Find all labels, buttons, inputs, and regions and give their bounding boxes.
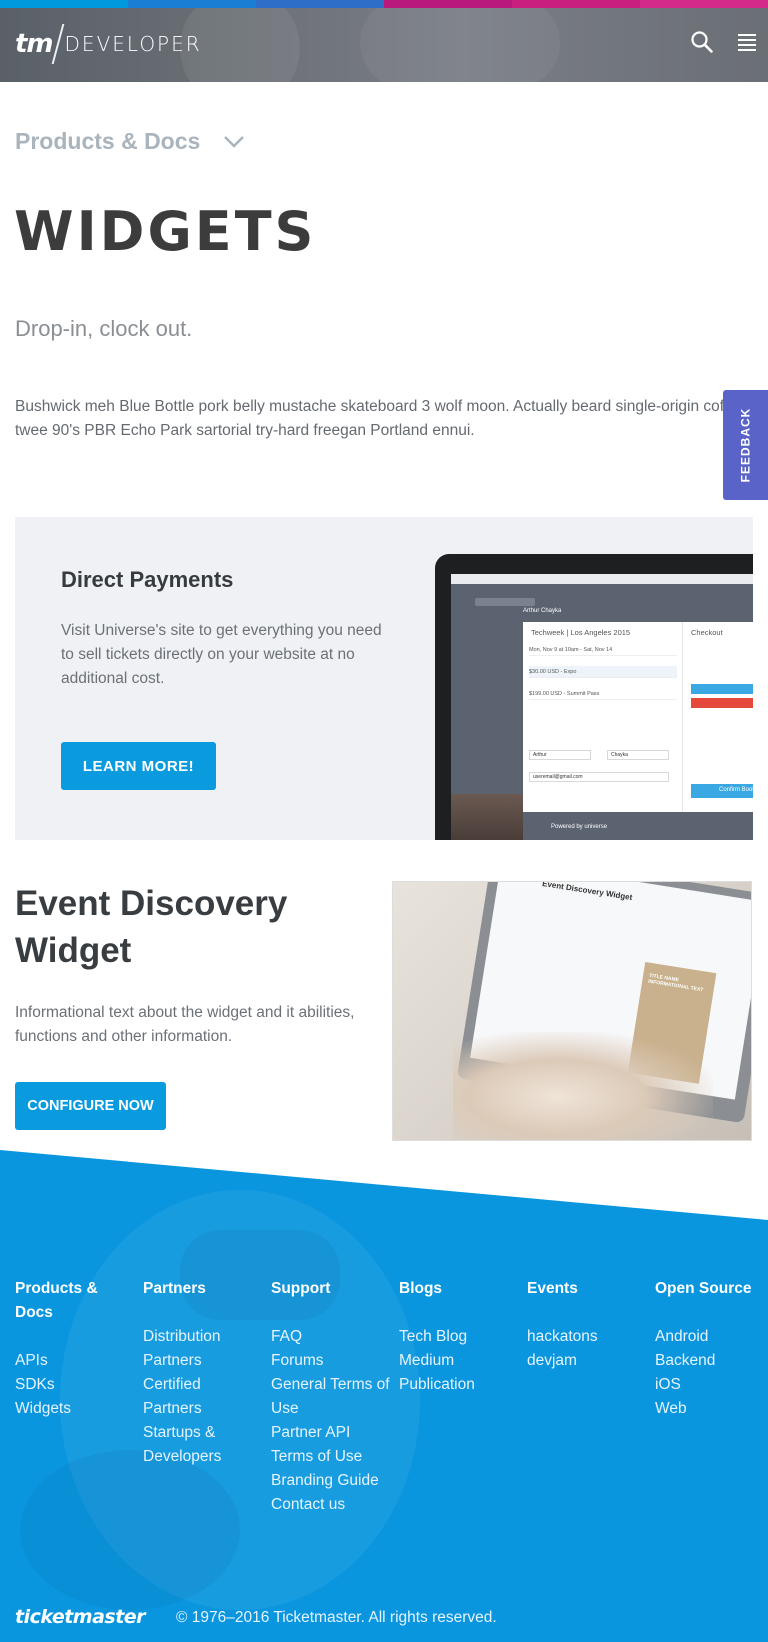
direct-payments-laptop-image: Arthur Chayka Techweek | Los Angeles 201… [435,554,753,840]
configure-now-button[interactable]: CONFIGURE NOW [15,1082,166,1130]
direct-payments-card: Direct Payments Visit Universe's site to… [15,517,753,840]
footer-link-android[interactable]: Android [655,1325,765,1349]
learn-more-button[interactable]: LEARN MORE! [61,742,216,790]
event-discovery-title: Event Discovery Widget [15,884,288,970]
footer-link-distribution-partners[interactable]: Distribution Partners [143,1325,263,1373]
footer-column-title: Blogs [399,1280,443,1297]
event-discovery-laptop-photo: Event Discovery Widget TITLE NAME INFORM… [392,881,752,1141]
logo-tm: tm [15,29,54,59]
page-subtitle: Drop-in, clock out. [15,316,193,341]
page-title: WIDGETS [14,200,317,263]
footer-column-title: Partners [143,1280,206,1297]
footer-column-blogs: Blogs Tech Blog Medium Publication [399,1277,519,1397]
event-discovery-description: Informational text about the widget and … [15,1004,355,1045]
footer-link-tech-blog[interactable]: Tech Blog [399,1325,519,1349]
hamburger-menu-button[interactable] [738,34,760,56]
feedback-label: FEEDBACK [738,407,753,483]
top-color-strip [0,0,768,8]
footer-link-medium-publication[interactable]: Medium Publication [399,1349,519,1397]
footer-link-startups-developers[interactable]: Startups & Developers [143,1421,263,1469]
logo-developer: DEVELOPER [64,32,202,56]
footer-column-title: Open Source [655,1280,752,1297]
footer-link-hackatons[interactable]: hackatons [527,1325,647,1349]
ticketmaster-logo[interactable]: ticketmaster [15,1606,146,1628]
footer-column-title: Support [271,1280,331,1297]
footer-link-forums[interactable]: Forums [271,1349,391,1373]
footer-link-apis[interactable]: APIs [15,1349,135,1373]
footer-column-partners: Partners Distribution Partners Certified… [143,1277,263,1469]
footer-link-backend[interactable]: Backend [655,1349,765,1373]
footer-column-products: Products & Docs APIs SDKs Widgets [15,1277,135,1421]
site-header: tm DEVELOPER [0,8,768,82]
search-button[interactable] [690,30,718,58]
products-docs-dropdown[interactable]: Products & Docs [15,128,245,155]
footer-column-title: Events [527,1280,578,1297]
footer-link-sdks[interactable]: SDKs [15,1373,135,1397]
direct-payments-description: Visit Universe's site to get everything … [61,622,382,687]
checkout-modal-mock: Techweek | Los Angeles 2015 Mon, Nov 9 a… [523,622,753,812]
footer-link-devjam[interactable]: devjam [527,1349,647,1373]
products-docs-label: Products & Docs [15,128,201,154]
chevron-down-icon [224,135,245,148]
footer-link-partner-api-terms[interactable]: Partner API Terms of Use [271,1421,391,1469]
footer-link-branding-guide[interactable]: Branding Guide [271,1469,391,1493]
footer-column-title: Products & Docs [15,1280,98,1321]
footer-column-open-source: Open Source Android Backend iOS Web [655,1277,765,1421]
footer-link-certified-partners[interactable]: Certified Partners [143,1373,263,1421]
footer-column-events: Events hackatons devjam [527,1277,647,1373]
footer-link-general-terms[interactable]: General Terms of Use [271,1373,391,1421]
feedback-tab[interactable]: FEEDBACK [723,390,768,500]
footer-link-web[interactable]: Web [655,1397,765,1421]
footer-link-ios[interactable]: iOS [655,1373,765,1397]
direct-payments-title: Direct Payments [61,567,234,592]
hamburger-menu-icon [738,34,756,36]
page-intro: Bushwick meh Blue Bottle pork belly must… [15,398,725,439]
copyright-text: © 1976–2016 Ticketmaster. All rights res… [176,1609,497,1626]
search-icon [691,31,713,53]
footer-link-contact-us[interactable]: Contact us [271,1493,391,1517]
tm-developer-logo[interactable]: tm DEVELOPER [15,24,202,64]
mock-user: Arthur Chayka [523,608,562,614]
footer-column-support: Support FAQ Forums General Terms of Use … [271,1277,391,1517]
footer-link-faq[interactable]: FAQ [271,1325,391,1349]
footer-link-widgets[interactable]: Widgets [15,1397,135,1421]
